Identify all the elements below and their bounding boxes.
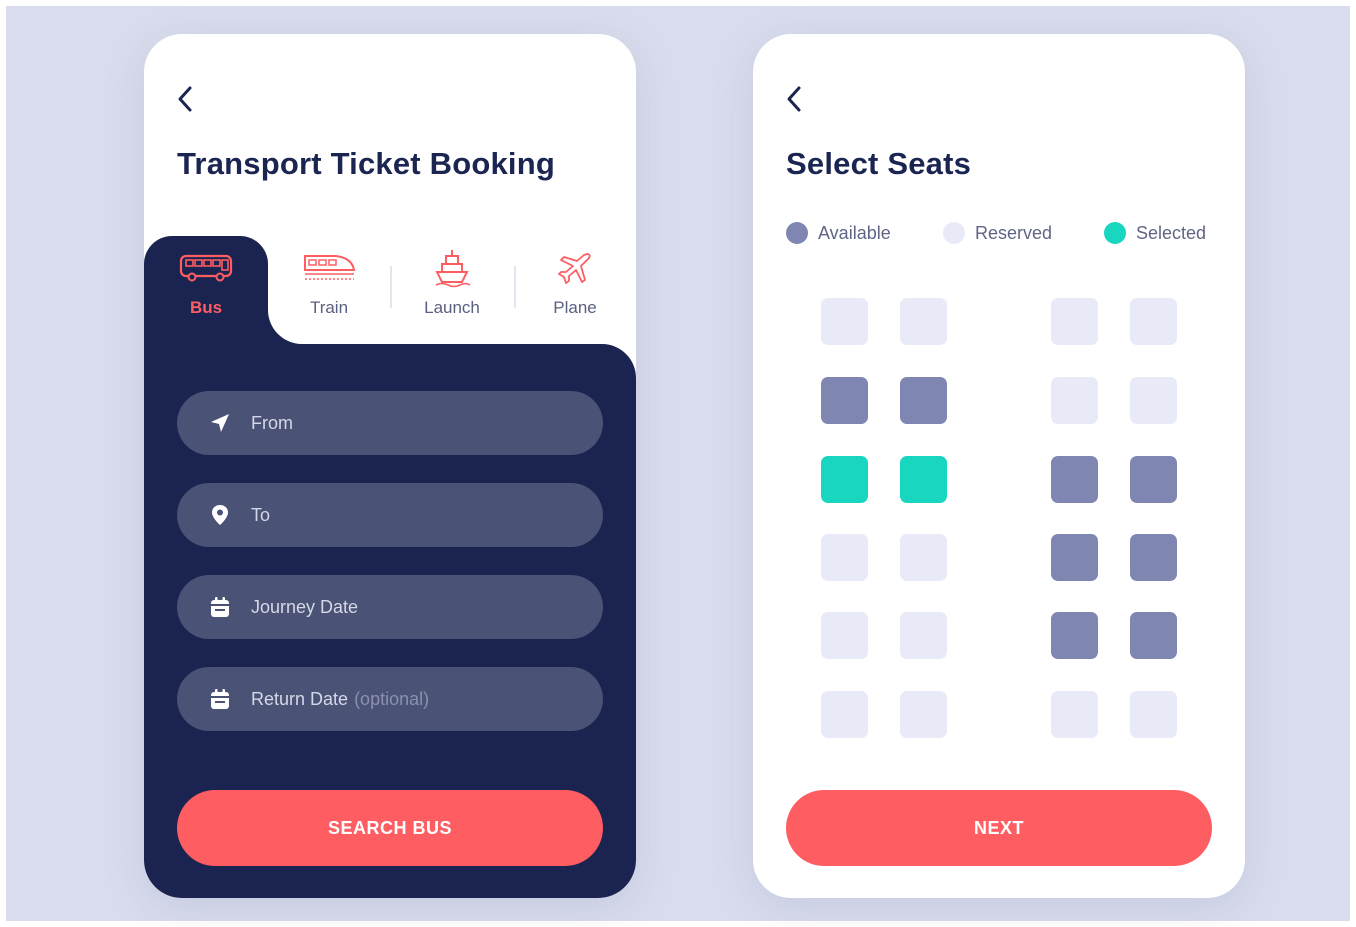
seat-reserved: [1051, 298, 1098, 345]
seat-selected[interactable]: [900, 456, 947, 503]
tab-divider: [390, 266, 392, 308]
legend-available: Available: [786, 222, 891, 244]
seat-reserved: [900, 691, 947, 738]
seat-available[interactable]: [1051, 612, 1098, 659]
selected-dot: [1104, 222, 1126, 244]
page-background: Transport Ticket Booking Bus Train Launc…: [6, 6, 1350, 921]
search-bus-button[interactable]: SEARCH BUS: [177, 790, 603, 866]
seat-available[interactable]: [1130, 612, 1177, 659]
seat-available[interactable]: [821, 377, 868, 424]
seat-reserved: [821, 298, 868, 345]
tab-divider: [514, 266, 516, 308]
to-input[interactable]: To: [177, 483, 603, 547]
map-pin-icon: [212, 505, 228, 525]
calendar-icon: [211, 689, 229, 709]
legend-label: Selected: [1136, 222, 1207, 243]
seat-available[interactable]: [900, 377, 947, 424]
legend-reserved: Reserved: [943, 222, 1052, 244]
journey-date-placeholder: Journey Date: [251, 596, 359, 617]
seat-reserved: [1130, 377, 1177, 424]
chevron-left-icon: [787, 86, 801, 112]
available-dot: [786, 222, 808, 244]
return-date-placeholder: Return Date: [251, 688, 349, 709]
tab-launch[interactable]: Launch: [396, 248, 508, 328]
seat-reserved: [821, 691, 868, 738]
seat-reserved: [900, 612, 947, 659]
chevron-left-icon: [178, 86, 192, 112]
seat-selected[interactable]: [821, 456, 868, 503]
seat-reserved: [1130, 298, 1177, 345]
seat-selection-screen: Select Seats Available Reserved Selected…: [753, 34, 1245, 898]
return-date-input[interactable]: Return Date (optional): [177, 667, 603, 731]
from-placeholder: From: [251, 412, 293, 433]
legend-label: Reserved: [975, 222, 1053, 243]
page-title: Select Seats: [786, 146, 972, 181]
optional-note: (optional): [354, 688, 430, 709]
tab-label: Bus: [189, 298, 223, 317]
seat-available[interactable]: [1051, 534, 1098, 581]
seat-reserved: [821, 612, 868, 659]
ship-icon: [435, 250, 471, 288]
tab-label: Launch: [424, 298, 480, 317]
plane-icon: [558, 253, 591, 284]
back-button[interactable]: [779, 84, 809, 114]
bus-icon: [179, 254, 233, 282]
seat-reserved: [900, 534, 947, 581]
to-placeholder: To: [251, 504, 271, 525]
navigation-arrow-icon: [211, 414, 229, 432]
tab-plane[interactable]: Plane: [519, 248, 631, 328]
tab-label: Train: [309, 298, 349, 317]
seat-reserved: [821, 534, 868, 581]
seat-available[interactable]: [1130, 456, 1177, 503]
page-title: Transport Ticket Booking: [177, 146, 556, 181]
booking-screen: Transport Ticket Booking Bus Train Launc…: [144, 34, 636, 898]
tab-bus[interactable]: Bus: [150, 248, 262, 328]
from-input[interactable]: From: [177, 391, 603, 455]
legend-label: Available: [818, 222, 891, 243]
journey-date-input[interactable]: Journey Date: [177, 575, 603, 639]
seat-reserved: [1051, 377, 1098, 424]
seat-available[interactable]: [1051, 456, 1098, 503]
next-button[interactable]: NEXT: [786, 790, 1212, 866]
seat-available[interactable]: [1130, 534, 1177, 581]
train-icon: [304, 255, 356, 280]
tab-train[interactable]: Train: [273, 248, 385, 328]
legend-selected: Selected: [1104, 222, 1206, 244]
seat-reserved: [1051, 691, 1098, 738]
calendar-icon: [211, 597, 229, 617]
seat-reserved: [900, 298, 947, 345]
back-button[interactable]: [170, 84, 200, 114]
reserved-dot: [943, 222, 965, 244]
tab-label: Plane: [553, 298, 597, 317]
seat-reserved: [1130, 691, 1177, 738]
